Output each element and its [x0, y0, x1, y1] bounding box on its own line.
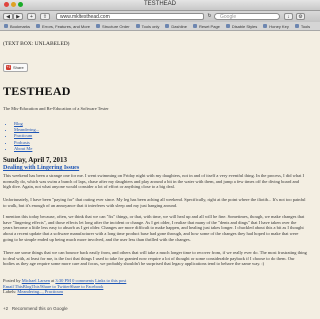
- google-share-button[interactable]: +1 Share: [3, 63, 28, 72]
- bookmark-item[interactable]: Dashline: [165, 24, 187, 29]
- posted-by-label: Posted by: [3, 278, 21, 283]
- bookmark-icon: [135, 24, 140, 28]
- search-field[interactable]: Google: [214, 13, 280, 20]
- post-paragraph: This weekend has been a strange one for …: [3, 173, 305, 190]
- at-label: at: [51, 278, 55, 283]
- bookmark-label: Disable Styles: [231, 23, 258, 29]
- post-paragraph: I mention this today because, often, we …: [3, 214, 305, 242]
- plusone-text: Recommend this on Google: [11, 306, 68, 311]
- bookmark-label: Tools: [300, 23, 311, 29]
- share-icon: ⇧: [42, 14, 48, 20]
- plusone-row: +2 Recommend this on Google: [3, 306, 68, 311]
- nav-link-meandering[interactable]: Meandering...: [14, 127, 39, 132]
- post-meta: Posted by Michael Larsen at 3:30 PM 0 co…: [3, 278, 313, 295]
- bookmark-icon: [96, 24, 101, 28]
- bookmark-icon: [263, 24, 268, 28]
- page-content: (TEXT BOX: UNLABELED) +1 Share TESTHEAD …: [0, 31, 320, 319]
- blog-title: TESTHEAD: [3, 84, 71, 98]
- bookmark-icon: [193, 24, 197, 28]
- bookmark-icon: [225, 24, 230, 28]
- backlinks-link[interactable]: Links to this post: [95, 278, 126, 283]
- bookmark-icon: [36, 24, 41, 28]
- bookmark-item[interactable]: Honey Key: [263, 24, 289, 29]
- share-page-button[interactable]: ⇧: [40, 13, 50, 20]
- bookmark-label: Reset Page: [199, 23, 220, 29]
- labels-row: Labels: Meandering..., Practicum: [3, 289, 313, 295]
- reload-button[interactable]: ↻: [206, 13, 213, 20]
- share-label: Share: [13, 64, 24, 70]
- google-plus-icon: +1: [6, 65, 11, 70]
- bookmark-item[interactable]: Tools: [294, 23, 311, 29]
- post-paragraph: Unfortunately, I have been "paying for" …: [3, 197, 306, 208]
- bookmark-item[interactable]: Errors, Features, and More: [36, 24, 90, 29]
- nav-link-about[interactable]: About Me: [14, 146, 32, 151]
- bookmark-item[interactable]: Disable Styles: [225, 23, 258, 29]
- reload-icon: ↻: [207, 13, 212, 19]
- bookmark-label: Honey Key: [269, 23, 289, 29]
- nav-link-blog[interactable]: Blog: [14, 121, 23, 126]
- bookmark-label: Errors, Features, and More: [42, 23, 91, 29]
- bookmark-label: Dashline: [171, 23, 187, 29]
- bookmark-label: Tools only: [141, 23, 160, 29]
- nav-link-podcasts[interactable]: Podcasts: [14, 140, 30, 145]
- bookmark-item[interactable]: Structure Order: [96, 24, 130, 29]
- bookmarks-bar: Bookmarks Errors, Features, and More Str…: [0, 22, 320, 31]
- labels-links[interactable]: Meandering..., Practicum: [17, 289, 63, 294]
- plusone-count[interactable]: +2: [3, 306, 8, 311]
- bookmark-label: Bookmarks: [10, 23, 31, 29]
- bookmark-icon: [4, 24, 8, 28]
- nav-link-practicum[interactable]: Practicum: [14, 133, 32, 138]
- back-button[interactable]: ◀: [3, 13, 13, 20]
- bookmark-item[interactable]: Tools only: [135, 23, 160, 29]
- window-title: TESTHEAD: [143, 1, 176, 7]
- blog-nav: Blog Meandering... Practicum Podcasts Ab…: [10, 121, 39, 152]
- bookmark-icon: [165, 24, 170, 28]
- browser-toolbar: ◀ ▶ + ⇧ www.mkltesthead.com ↻ Google ↓ ⚙: [0, 11, 320, 22]
- blog-description: The Mis-Education and Re-Education of a …: [3, 106, 109, 111]
- post-paragraph: There are some things that we can bounce…: [3, 250, 307, 267]
- comments-link[interactable]: 0 comments: [72, 278, 94, 283]
- url-field[interactable]: www.mkltesthead.com: [56, 13, 204, 20]
- post-date: Sunday, April 7, 2013: [3, 156, 67, 164]
- downloads-button[interactable]: ↓: [284, 13, 293, 20]
- post-title-link[interactable]: Dealing with Lingering Issues: [3, 165, 79, 171]
- download-icon: ↓: [287, 14, 290, 20]
- post-time-link[interactable]: 3:30 PM: [55, 278, 71, 283]
- nav-item: About Me: [14, 146, 39, 152]
- bookmark-item[interactable]: Bookmarks: [4, 24, 30, 29]
- unlabeled-textbox[interactable]: (TEXT BOX: UNLABELED): [3, 41, 70, 47]
- labels-prefix: Labels:: [3, 289, 17, 294]
- share-links[interactable]: Email ThisBlogThis!Share to TwitterShare…: [3, 284, 103, 289]
- forward-button[interactable]: ▶: [13, 13, 23, 20]
- gear-icon: ⚙: [298, 14, 303, 20]
- add-tab-button[interactable]: +: [27, 13, 36, 20]
- settings-button[interactable]: ⚙: [296, 13, 305, 20]
- bookmark-icon: [294, 24, 299, 28]
- bookmark-item[interactable]: Reset Page: [193, 24, 220, 29]
- author-link[interactable]: Michael Larsen: [22, 278, 50, 283]
- window-titlebar: TESTHEAD: [0, 0, 320, 11]
- bookmark-label: Structure Order: [102, 23, 130, 29]
